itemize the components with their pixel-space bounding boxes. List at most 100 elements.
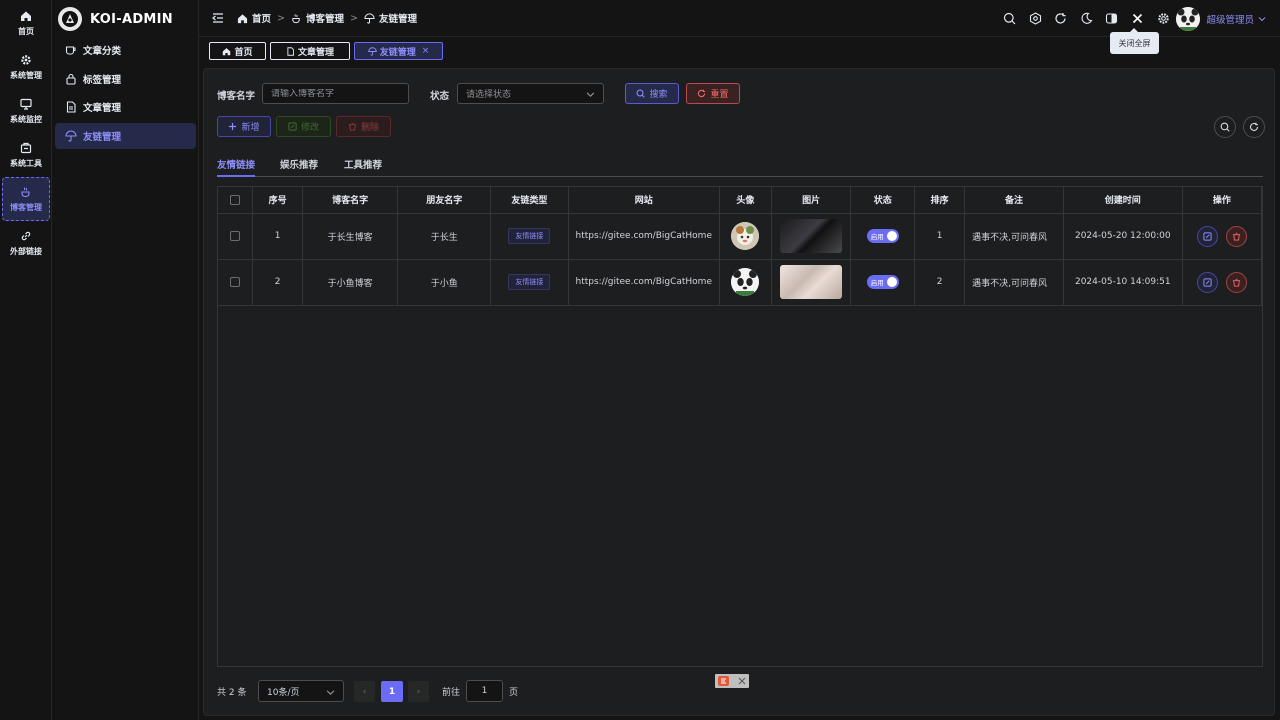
tab-close-icon[interactable]: × [422,46,430,56]
next-page-button[interactable]: › [408,681,429,702]
tab-article-management[interactable]: 文章管理 [270,42,350,60]
friend-avatar[interactable] [731,268,760,296]
refresh-table-button[interactable] [1243,116,1265,138]
tab-entertainment[interactable]: 娱乐推荐 [280,157,318,177]
gear-icon [20,54,32,66]
lock-icon [65,73,77,85]
toggle-search-button[interactable] [1214,116,1236,138]
table-row: 2 于小鱼博客 于小鱼 友情链接 https://gitee.com/BigCa… [218,259,1263,306]
brand-logo[interactable]: KOI-ADMIN [58,6,173,32]
edit-button-label: 修改 [300,123,319,133]
coffee-icon [20,186,32,198]
breadcrumb-item-home[interactable]: 首页 [237,11,271,25]
refresh-icon[interactable] [1054,11,1068,25]
user-menu[interactable]: 超级管理员 [1176,7,1266,31]
page-size-select[interactable]: 10条/页 [258,680,344,702]
row-checkbox[interactable] [230,230,241,241]
cell-site: https://gitee.com/BigCatHome [568,213,720,260]
cell-blog-name: 于长生博客 [302,213,399,260]
floating-badge[interactable] [715,674,749,688]
column-header: 状态 [850,187,916,214]
sub-item-article-management[interactable]: 文章管理 [55,94,196,120]
reset-button[interactable]: 重置 [686,83,740,104]
friend-image[interactable] [780,219,843,253]
select-all-checkbox[interactable] [230,194,241,205]
rail-item-label: 系统管理 [10,70,42,80]
reset-button-label: 重置 [710,90,729,100]
rail-item-blog[interactable]: 博客管理 [2,177,50,221]
rail-item-external-links[interactable]: 外部链接 [2,222,50,264]
page-number-current[interactable]: 1 [381,681,403,702]
sub-item-label: 友链管理 [83,132,122,143]
friend-avatar[interactable] [731,222,760,250]
table-header-row: 序号 博客名字 朋友名字 友链类型 网站 头像 图片 状态 排序 备注 创建时间… [218,187,1263,214]
page-unit-label: 页 [509,688,519,698]
cell-site: https://gitee.com/BigCatHome [568,259,720,306]
row-checkbox[interactable] [230,276,241,287]
goto-page-input[interactable] [469,686,500,696]
search-button-label: 搜索 [649,90,668,100]
settings-icon[interactable] [1156,11,1170,25]
close-icon[interactable] [1130,11,1144,25]
main-panel: 博客名字 状态 请选择状态 搜索 重置 新增 修改 删除 [203,68,1275,716]
status-switch[interactable]: 启用 [866,275,899,289]
cell-friend-name: 于小鱼 [397,259,492,306]
add-button[interactable]: 新增 [217,116,271,137]
prev-page-button[interactable]: ‹ [354,681,375,702]
tab-home[interactable]: 首页 [209,42,266,60]
cell-blog-name: 于小鱼博客 [302,259,399,306]
edit-button[interactable]: 修改 [276,116,331,137]
row-delete-button[interactable] [1225,225,1247,247]
breadcrumb-item-friend-links[interactable]: 友链管理 [364,11,417,25]
sub-item-article-category[interactable]: 文章分类 [55,37,196,63]
cell-index: 2 [252,259,304,306]
type-tag: 友情链接 [508,274,551,290]
rail-item-tools[interactable]: 系统工具 [2,134,50,176]
column-header: 图片 [771,187,852,214]
rail-item-monitor[interactable]: 系统监控 [2,90,50,132]
friend-image[interactable] [780,265,843,299]
breadcrumb-item-blog[interactable]: 博客管理 [291,11,344,25]
edit-icon [1203,277,1212,287]
theme-icon[interactable] [1028,11,1042,25]
search-icon[interactable] [1002,11,1016,25]
coffee-icon [292,13,300,23]
tab-friend-link[interactable]: 友情链接 [217,157,256,177]
rail-item-label: 外部链接 [10,246,42,256]
rail-item-system[interactable]: 系统管理 [2,46,50,88]
chevron-down-icon [586,92,595,97]
search-button[interactable]: 搜索 [625,83,679,104]
cell-actions [1182,259,1263,306]
sub-item-tag-management[interactable]: 标签管理 [55,66,196,92]
moon-icon[interactable] [1079,11,1093,25]
tab-tools[interactable]: 工具推荐 [344,157,382,177]
row-edit-button[interactable] [1196,271,1218,293]
menu-collapse-icon[interactable] [212,12,224,24]
cell-image [771,259,852,306]
row-delete-button[interactable] [1225,271,1247,293]
layout-icon[interactable] [1105,11,1119,25]
icon-rail: 首页 系统管理 系统监控 系统工具 博客管理 外部链接 [0,0,52,720]
rail-item-label: 首页 [18,26,34,36]
breadcrumb-separator: > [350,12,358,24]
plus-icon [229,122,237,131]
umbrella-icon [65,130,77,142]
status-select[interactable]: 请选择状态 [457,83,604,104]
home-icon [223,47,231,55]
status-switch[interactable]: 启用 [866,229,899,243]
tab-friend-links[interactable]: 友链管理 × [354,42,443,60]
trash-icon [1232,278,1240,287]
row-edit-button[interactable] [1196,225,1218,247]
umbrella-icon [364,12,375,24]
page-size-value: 10条/页 [267,687,300,698]
rail-item-home[interactable]: 首页 [2,2,50,44]
blog-name-input[interactable] [271,88,408,99]
tab-label: 文章管理 [297,47,334,58]
breadcrumb-separator: > [277,12,285,24]
blog-name-input-wrapper [262,83,409,104]
sub-item-friend-links[interactable]: 友链管理 [55,123,196,149]
status-select-placeholder: 请选择状态 [466,90,512,100]
breadcrumb-label: 博客管理 [305,14,344,25]
breadcrumb-label: 友链管理 [378,14,417,25]
delete-button[interactable]: 删除 [336,116,391,137]
